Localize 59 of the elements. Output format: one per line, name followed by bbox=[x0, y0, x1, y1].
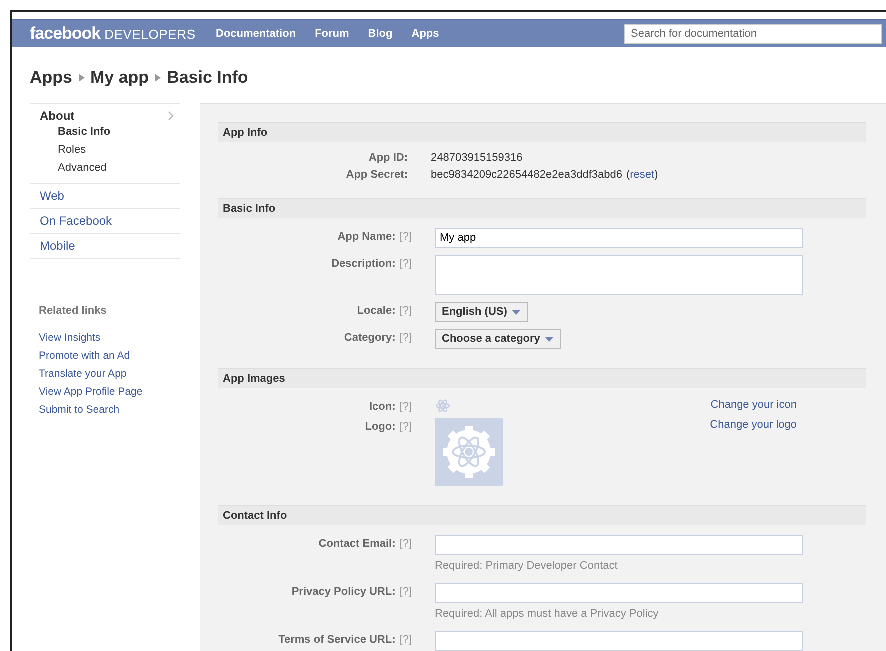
text-field[interactable] bbox=[435, 583, 803, 603]
change-image-link[interactable]: Change your icon bbox=[710, 398, 797, 411]
related-link[interactable]: View Insights bbox=[39, 329, 180, 347]
section-heading: App Info bbox=[223, 126, 268, 138]
sidebar-item[interactable]: Web bbox=[40, 189, 64, 203]
field-label: Logo: bbox=[365, 421, 396, 433]
sidebar-subitem[interactable]: Roles bbox=[40, 141, 180, 159]
field-label: Description: bbox=[332, 258, 396, 270]
change-image-link[interactable]: Change your logo bbox=[710, 418, 797, 431]
field-value: bec9834209c22654482e2ea3ddf3abd6 (reset) bbox=[431, 169, 658, 181]
field-label: Icon: bbox=[369, 401, 396, 413]
field-label: App Name: bbox=[338, 231, 396, 243]
field-value: 248703915159316 bbox=[431, 152, 523, 164]
brand-product: DEVELOPERS bbox=[104, 26, 196, 42]
field-label: App ID: bbox=[368, 152, 408, 164]
breadcrumb-item[interactable]: My app bbox=[90, 68, 150, 88]
field-label: Privacy Policy URL: bbox=[292, 586, 396, 598]
text-area[interactable] bbox=[435, 255, 803, 295]
sidebar-subitem[interactable]: Advanced bbox=[40, 159, 180, 177]
section-heading: Basic Info bbox=[223, 202, 276, 214]
related-link[interactable]: Submit to Search bbox=[39, 401, 180, 419]
sidebar-item[interactable]: Mobile bbox=[40, 239, 76, 253]
dropdown[interactable]: Choose a category bbox=[435, 329, 562, 349]
atom-icon bbox=[435, 398, 451, 414]
text-field[interactable] bbox=[435, 631, 803, 651]
gear-atom-icon bbox=[435, 418, 503, 486]
caret-icon bbox=[512, 310, 522, 314]
caret-icon bbox=[545, 336, 554, 342]
related-link[interactable]: Promote with an Ad bbox=[39, 347, 180, 365]
field-hint: Required: All apps must have a Privacy Policy bbox=[435, 608, 660, 620]
breadcrumb-item: Basic Info bbox=[167, 68, 248, 88]
chevron-icon bbox=[168, 111, 174, 121]
dropdown[interactable]: English (US) bbox=[435, 302, 528, 322]
reset-link[interactable]: reset bbox=[630, 169, 655, 181]
breadcrumb-arrow-icon bbox=[78, 74, 84, 82]
sidebar-item[interactable]: On Facebook bbox=[40, 214, 112, 228]
field-hint: Required: Primary Developer Contact bbox=[435, 560, 619, 572]
nav-link[interactable]: Apps bbox=[412, 28, 440, 40]
related-links-heading: Related links bbox=[39, 305, 108, 317]
section-heading: App Images bbox=[223, 372, 286, 384]
related-link[interactable]: View App Profile Page bbox=[39, 383, 180, 401]
sidebar-item[interactable]: About bbox=[40, 109, 75, 123]
sidebar-subitem[interactable]: Basic Info bbox=[40, 123, 180, 141]
brand-logo[interactable]: facebook bbox=[30, 24, 101, 44]
field-label: Terms of Service URL: bbox=[278, 634, 396, 646]
nav-link[interactable]: Forum bbox=[315, 28, 350, 40]
field-label: Locale: bbox=[357, 305, 396, 317]
field-label: Category: bbox=[344, 332, 396, 344]
text-field[interactable] bbox=[435, 535, 803, 555]
breadcrumb-item[interactable]: Apps bbox=[30, 68, 72, 88]
text-field[interactable]: My app bbox=[435, 228, 803, 248]
breadcrumb-arrow-icon bbox=[155, 74, 162, 82]
nav-link[interactable]: Blog bbox=[368, 28, 393, 40]
search-field[interactable]: Search for documentation bbox=[624, 24, 882, 44]
field-label: Contact Email: bbox=[318, 538, 396, 550]
nav-link[interactable]: Documentation bbox=[216, 28, 296, 40]
section-heading: Contact Info bbox=[223, 510, 288, 522]
field-label: App Secret: bbox=[346, 169, 408, 181]
related-link[interactable]: Translate your App bbox=[39, 365, 180, 383]
